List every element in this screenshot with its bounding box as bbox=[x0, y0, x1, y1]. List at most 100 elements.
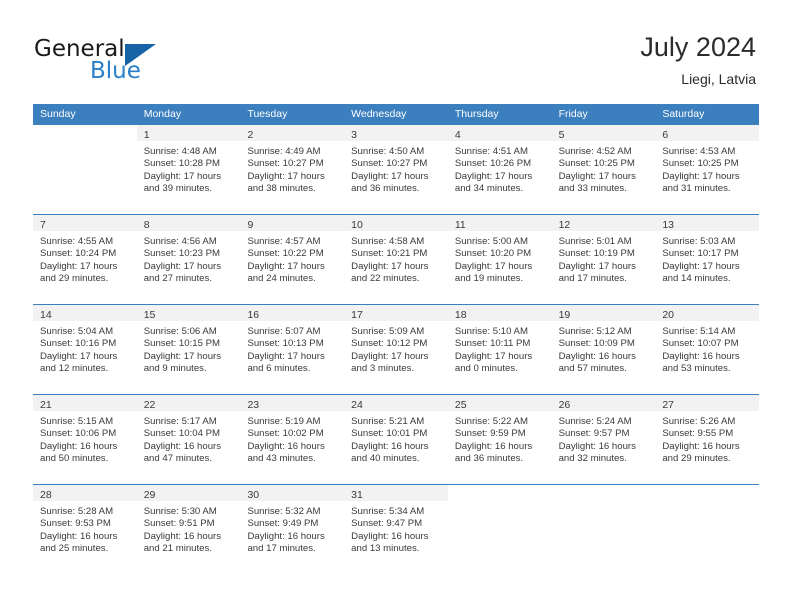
day-cell[interactable]: 15 Sunrise: 5:06 AM Sunset: 10:15 PM Daylig… bbox=[136, 305, 241, 394]
sunrise-text: Sunrise: 4:56 AM bbox=[143, 236, 217, 247]
day-number: 25 bbox=[454, 399, 467, 411]
sunrise-text: Sunrise: 5:01 AM bbox=[558, 236, 632, 247]
daylight-text-line1: Daylight: 17 hours bbox=[351, 350, 429, 362]
day-cell[interactable]: 5 Sunrise: 4:52 AM Sunset: 10:25 PM Dayligh… bbox=[551, 125, 656, 214]
day-number-band: 16 bbox=[240, 305, 345, 321]
day-cell[interactable]: 28 Sunrise: 5:28 AM Sunset: 9:53 PM Dayligh… bbox=[33, 485, 137, 574]
daylight-text-line2: and 0 minutes. bbox=[454, 363, 518, 375]
sunrise-text: Sunrise: 4:53 AM bbox=[662, 146, 736, 157]
day-number-band: 14 bbox=[33, 305, 137, 321]
daylight-text-line1: Daylight: 16 hours bbox=[558, 440, 636, 452]
day-cell[interactable]: 14 Sunrise: 5:04 AM Sunset: 10:16 PM Daylig… bbox=[33, 305, 137, 394]
daylight-text-line1: Daylight: 16 hours bbox=[247, 530, 325, 542]
sunrise-text: Sunrise: 5:17 AM bbox=[143, 416, 217, 427]
day-number: 13 bbox=[662, 219, 674, 231]
daylight-text-line2: and 17 minutes. bbox=[247, 543, 316, 555]
day-cell[interactable]: 27 Sunrise: 5:26 AM Sunset: 9:55 PM Dayligh… bbox=[655, 395, 760, 484]
day-cell[interactable]: 19 Sunrise: 5:12 AM Sunset: 10:09 PM Daylig… bbox=[551, 305, 656, 394]
day-number: 30 bbox=[247, 489, 260, 501]
sunset-text: Sunset: 10:25 PM bbox=[662, 158, 739, 170]
day-details: Sunrise: 5:10 AM Sunset: 10:11 PM Daylight… bbox=[448, 321, 552, 376]
day-cell[interactable]: 20 Sunrise: 5:14 AM Sunset: 10:07 PM Daylig… bbox=[655, 305, 760, 394]
day-cell[interactable]: 10 Sunrise: 4:58 AM Sunset: 10:21 PM Daylig… bbox=[344, 215, 448, 304]
day-cell[interactable]: 30 Sunrise: 5:32 AM Sunset: 9:49 PM Dayligh… bbox=[240, 485, 345, 574]
day-cell[interactable]: 18 Sunrise: 5:10 AM Sunset: 10:11 PM Daylig… bbox=[447, 305, 552, 394]
daylight-text-line2: and 3 minutes. bbox=[351, 363, 415, 375]
day-number-band: 27 bbox=[655, 395, 760, 411]
daylight-text-line1: Daylight: 17 hours bbox=[143, 350, 222, 362]
day-number: 12 bbox=[558, 219, 571, 231]
day-details: Sunrise: 4:55 AM Sunset: 10:24 PM Daylight… bbox=[33, 231, 137, 286]
day-number: 21 bbox=[40, 399, 52, 411]
week-row: 1 Sunrise: 4:48 AM Sunset: 10:28 PM Dayligh… bbox=[33, 125, 760, 214]
day-cell-empty bbox=[447, 485, 552, 574]
day-number-band: 5 bbox=[551, 125, 656, 141]
brand-logo[interactable]: General Blue bbox=[34, 36, 274, 92]
day-number-band: 12 bbox=[551, 215, 656, 231]
day-cell[interactable]: 29 Sunrise: 5:30 AM Sunset: 9:51 PM Dayligh… bbox=[136, 485, 241, 574]
day-details: Sunrise: 5:07 AM Sunset: 10:13 PM Daylight… bbox=[240, 321, 344, 376]
day-cell[interactable]: 1 Sunrise: 4:48 AM Sunset: 10:28 PM Dayligh… bbox=[136, 125, 241, 214]
sunset-text: Sunset: 10:25 PM bbox=[558, 158, 635, 170]
day-details: Sunrise: 5:06 AM Sunset: 10:15 PM Daylight… bbox=[137, 321, 241, 376]
daylight-text-line2: and 12 minutes. bbox=[40, 363, 109, 375]
day-cell[interactable]: 23 Sunrise: 5:19 AM Sunset: 10:02 PM Daylig… bbox=[240, 395, 345, 484]
daylight-text-line1: Daylight: 16 hours bbox=[351, 530, 429, 542]
day-number: 20 bbox=[662, 309, 674, 321]
day-number-band: 9 bbox=[240, 215, 345, 231]
day-number: 3 bbox=[351, 129, 357, 141]
daylight-text-line1: Daylight: 16 hours bbox=[558, 350, 636, 362]
day-cell[interactable]: 4 Sunrise: 4:51 AM Sunset: 10:26 PM Dayligh… bbox=[447, 125, 552, 214]
day-cell[interactable]: 25 Sunrise: 5:22 AM Sunset: 9:59 PM Dayligh… bbox=[447, 395, 552, 484]
day-details bbox=[448, 501, 552, 506]
sunrise-text: Sunrise: 5:15 AM bbox=[40, 416, 114, 427]
day-number-band: 6 bbox=[655, 125, 760, 141]
week-row: 21 Sunrise: 5:15 AM Sunset: 10:06 PM Daylig… bbox=[33, 394, 760, 484]
daylight-text-line1: Daylight: 17 hours bbox=[558, 260, 636, 272]
weekday-header-sunday: Sunday bbox=[40, 108, 76, 120]
day-number-band: 21 bbox=[33, 395, 137, 411]
day-cell[interactable]: 26 Sunrise: 5:24 AM Sunset: 9:57 PM Dayligh… bbox=[551, 395, 656, 484]
daylight-text-line2: and 38 minutes. bbox=[247, 183, 316, 195]
sunrise-text: Sunrise: 4:58 AM bbox=[351, 236, 425, 247]
day-cell[interactable]: 11 Sunrise: 5:00 AM Sunset: 10:20 PM Daylig… bbox=[447, 215, 552, 304]
day-number: 10 bbox=[351, 219, 363, 231]
daylight-text-line1: Daylight: 17 hours bbox=[454, 170, 533, 182]
day-cell[interactable]: 21 Sunrise: 5:15 AM Sunset: 10:06 PM Daylig… bbox=[33, 395, 137, 484]
day-cell[interactable]: 3 Sunrise: 4:50 AM Sunset: 10:27 PM Dayligh… bbox=[344, 125, 448, 214]
day-cell[interactable]: 9 Sunrise: 4:57 AM Sunset: 10:22 PM Dayligh… bbox=[240, 215, 345, 304]
day-number-band: 2 bbox=[240, 125, 345, 141]
day-details: Sunrise: 5:00 AM Sunset: 10:20 PM Daylight… bbox=[448, 231, 552, 286]
day-cell[interactable]: 16 Sunrise: 5:07 AM Sunset: 10:13 PM Daylig… bbox=[240, 305, 345, 394]
daylight-text-line1: Daylight: 17 hours bbox=[40, 260, 118, 272]
day-cell[interactable]: 7 Sunrise: 4:55 AM Sunset: 10:24 PM Dayligh… bbox=[33, 215, 137, 304]
day-number-band: 23 bbox=[240, 395, 345, 411]
sunrise-text: Sunrise: 4:49 AM bbox=[247, 146, 321, 157]
sunrise-text: Sunrise: 4:57 AM bbox=[247, 236, 321, 247]
day-number-band bbox=[447, 485, 552, 501]
day-cell-empty bbox=[655, 485, 760, 574]
day-number: 14 bbox=[40, 309, 52, 321]
daylight-text-line1: Daylight: 17 hours bbox=[143, 260, 222, 272]
daylight-text-line1: Daylight: 16 hours bbox=[247, 440, 325, 452]
day-details: Sunrise: 5:15 AM Sunset: 10:06 PM Daylight… bbox=[33, 411, 137, 466]
weekday-header-friday: Friday bbox=[558, 108, 588, 120]
day-number-band: 8 bbox=[136, 215, 241, 231]
day-cell[interactable]: 6 Sunrise: 4:53 AM Sunset: 10:25 PM Dayligh… bbox=[655, 125, 760, 214]
day-cell[interactable]: 22 Sunrise: 5:17 AM Sunset: 10:04 PM Daylig… bbox=[136, 395, 241, 484]
day-number: 17 bbox=[351, 309, 363, 321]
day-cell[interactable]: 12 Sunrise: 5:01 AM Sunset: 10:19 PM Daylig… bbox=[551, 215, 656, 304]
day-cell[interactable]: 31 Sunrise: 5:34 AM Sunset: 9:47 PM Dayligh… bbox=[344, 485, 448, 574]
day-cell[interactable]: 2 Sunrise: 4:49 AM Sunset: 10:27 PM Dayligh… bbox=[240, 125, 345, 214]
daylight-text-line2: and 22 minutes. bbox=[351, 273, 420, 285]
daylight-text-line1: Daylight: 16 hours bbox=[454, 440, 533, 452]
day-number-band: 30 bbox=[240, 485, 345, 501]
day-cell[interactable]: 24 Sunrise: 5:21 AM Sunset: 10:01 PM Daylig… bbox=[344, 395, 448, 484]
daylight-text-line2: and 50 minutes. bbox=[40, 453, 109, 465]
sunrise-text: Sunrise: 5:04 AM bbox=[40, 326, 114, 337]
day-cell[interactable]: 17 Sunrise: 5:09 AM Sunset: 10:12 PM Daylig… bbox=[344, 305, 448, 394]
day-details: Sunrise: 5:34 AM Sunset: 9:47 PM Daylight:… bbox=[344, 501, 448, 556]
day-cell[interactable]: 8 Sunrise: 4:56 AM Sunset: 10:23 PM Dayligh… bbox=[136, 215, 241, 304]
day-cell[interactable]: 13 Sunrise: 5:03 AM Sunset: 10:17 PM Daylig… bbox=[655, 215, 760, 304]
daylight-text-line2: and 36 minutes. bbox=[454, 453, 524, 465]
